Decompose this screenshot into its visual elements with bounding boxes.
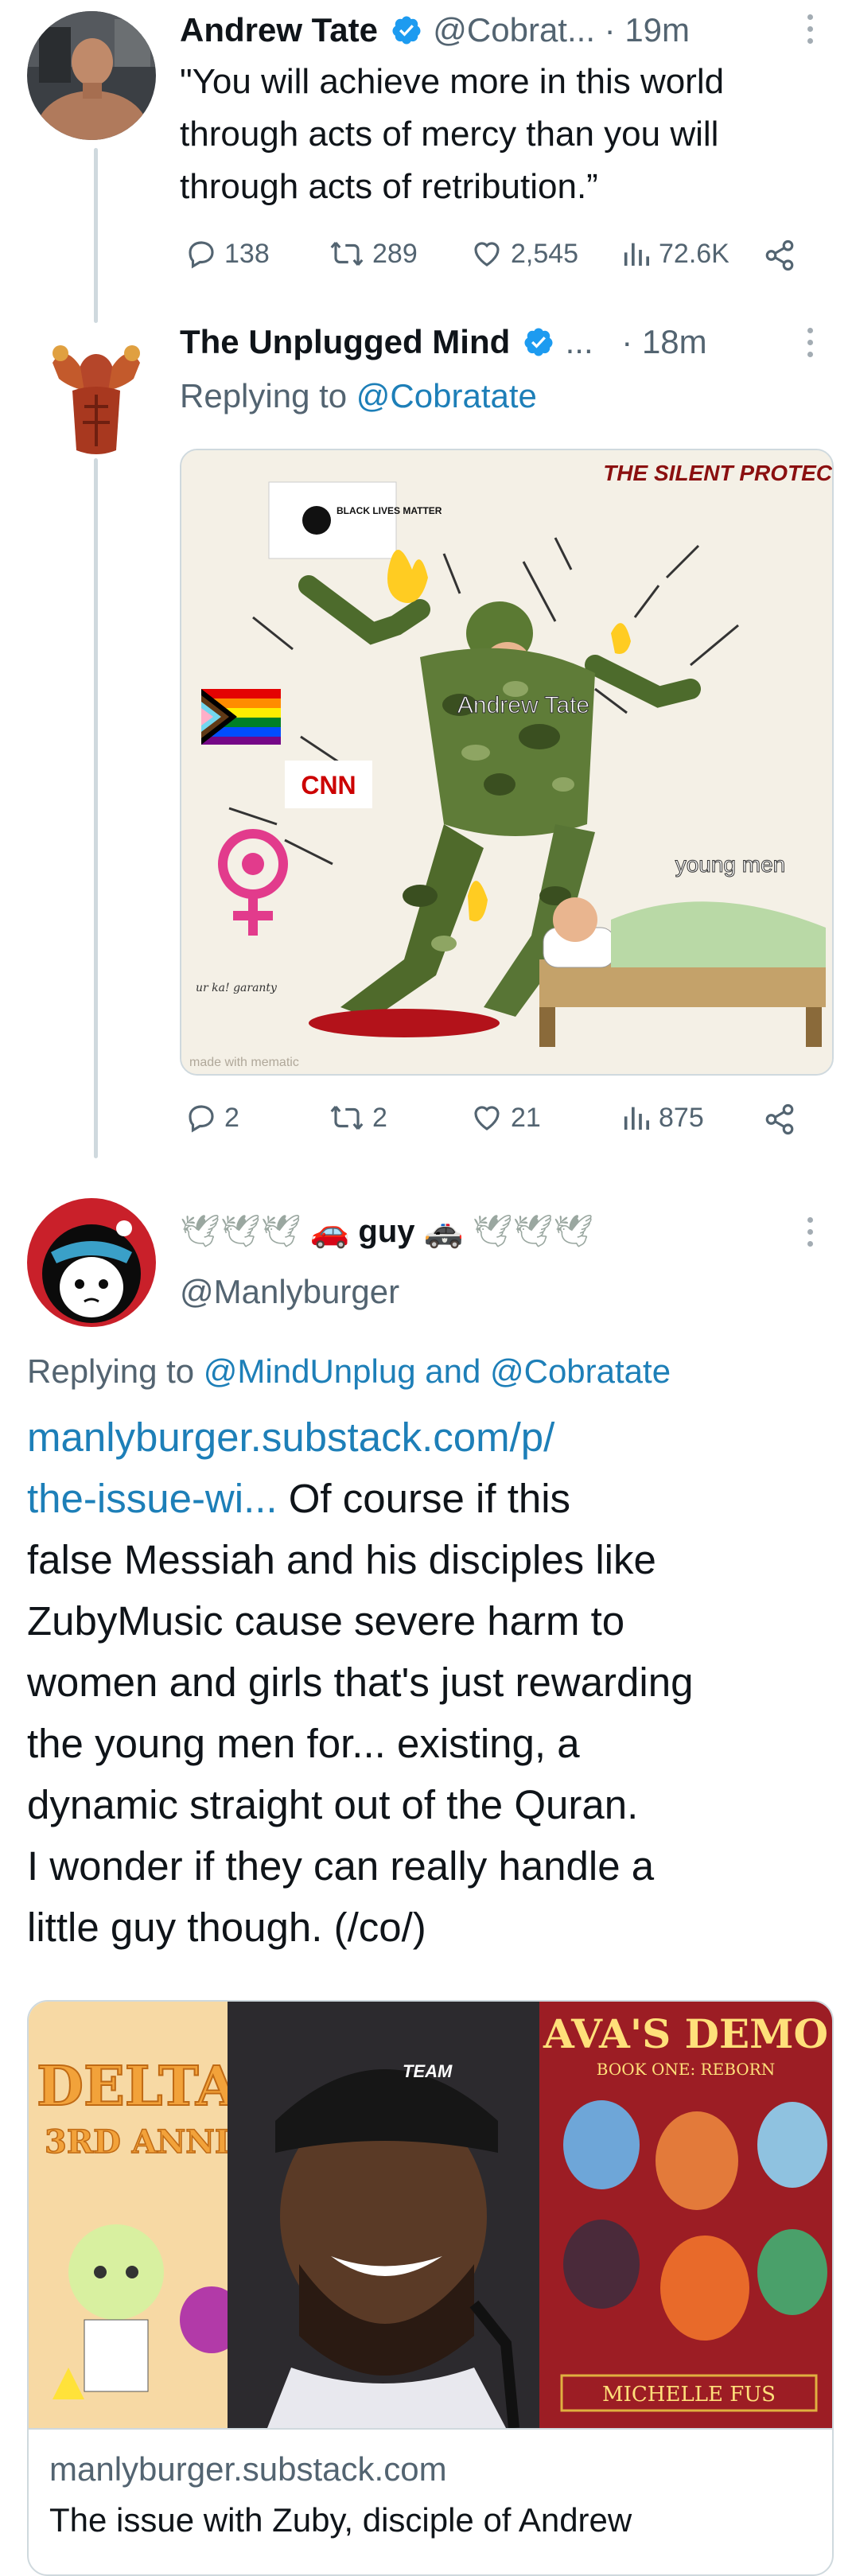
soldier-label: Andrew Tate	[457, 692, 589, 718]
replying-to-label: Replying to	[27, 1352, 195, 1390]
author-name[interactable]: The Unplugged Mind	[180, 323, 510, 360]
card-right-author: MICHELLE FUS	[602, 2383, 776, 2407]
police-car-icon: 🚓	[423, 1214, 464, 1249]
retweet-button[interactable]: 289	[328, 237, 418, 270]
share-button[interactable]	[762, 1103, 797, 1140]
retweet-icon	[330, 241, 364, 267]
retweet-count: 2	[372, 1102, 387, 1133]
tweet-text-line: women and girls that's just rewarding	[27, 1660, 694, 1705]
reply-count: 2	[224, 1102, 239, 1133]
tweet-time[interactable]: · 18m	[621, 323, 706, 360]
tweet-time[interactable]: · 19m	[605, 11, 690, 49]
reply-button[interactable]: 138	[185, 237, 270, 270]
replying-and: and	[425, 1352, 481, 1390]
like-count: 2,545	[511, 238, 579, 269]
like-button[interactable]: 2,545	[469, 237, 578, 270]
scrawl-text: ur ka! garanty	[196, 982, 278, 994]
thread-line	[94, 458, 98, 1158]
tweet-text: "You will achieve more in this world thr…	[180, 62, 725, 206]
views-bar-chart-icon	[624, 243, 649, 266]
reply-icon	[189, 1105, 214, 1133]
replying-to-handle[interactable]: @Cobratate	[356, 377, 537, 414]
more-options-icon[interactable]	[807, 14, 815, 50]
avatar[interactable]	[27, 11, 156, 140]
replying-to-handle[interactable]: @MindUnplug	[204, 1352, 416, 1390]
verified-badge-icon	[524, 328, 553, 356]
views-count: 875	[659, 1102, 704, 1133]
link-preview-card[interactable]: DELTA 3RD ANNI TEAM AVA'S DEMO BOOK ONE:…	[27, 2000, 834, 2576]
card-left-subtitle: 3RD ANNI	[45, 2123, 230, 2161]
card-domain: manlyburger.substack.com	[49, 2450, 447, 2488]
share-button[interactable]	[762, 239, 797, 276]
like-count: 21	[511, 1102, 541, 1133]
tweet-text-line: dynamic straight out of the Quran.	[27, 1782, 639, 1827]
tweet-text-line: little guy though. (/co/)	[27, 1905, 426, 1950]
heart-icon	[474, 1106, 500, 1130]
dove-icon: 🕊🕊🕊	[180, 1214, 302, 1249]
heart-icon	[474, 242, 500, 267]
tweet-text-line: ZubyMusic cause severe harm to	[27, 1598, 625, 1644]
tweet-text: manlyburger.substack.com/p/ the-issue-wi…	[27, 1407, 831, 1958]
retweet-count: 289	[372, 238, 418, 269]
card-left-title: DELTA	[37, 2055, 239, 2119]
avatar[interactable]	[27, 1198, 156, 1327]
car-icon: 🚗	[309, 1214, 350, 1249]
share-icon	[765, 1103, 794, 1135]
tweet-text-line: I wonder if they can really handle a	[27, 1843, 655, 1889]
replying-to-label: Replying to	[180, 377, 348, 414]
tweet-text-line: false Messiah and his disciples like	[27, 1537, 656, 1582]
meme-caption: THE SILENT PROTEC	[603, 461, 832, 485]
author-name[interactable]: Andrew Tate	[180, 11, 378, 49]
views-bar-chart-icon	[624, 1107, 649, 1130]
card-image: DELTA 3RD ANNI TEAM AVA'S DEMO BOOK ONE:…	[29, 2002, 832, 2428]
author-handle[interactable]: ...	[566, 323, 593, 360]
dove-icon: 🕊🕊🕊	[472, 1214, 593, 1249]
tweet-text-line: Of course if this	[288, 1476, 571, 1521]
card-right-subtitle: BOOK ONE: REBORN	[597, 2060, 775, 2079]
reply-count: 138	[224, 238, 270, 269]
thread-line	[94, 148, 98, 323]
avatar[interactable]	[37, 331, 156, 458]
news-label: CNN	[301, 771, 356, 800]
tweet-text-line: the young men for... existing, a	[27, 1721, 580, 1766]
retweet-icon	[330, 1105, 364, 1130]
views-count: 72.6K	[659, 238, 729, 269]
like-button[interactable]: 21	[469, 1101, 541, 1134]
reply-icon	[189, 241, 214, 269]
reply-button[interactable]: 2	[185, 1101, 239, 1134]
author-handle[interactable]: @Cobrat...	[433, 11, 595, 49]
display-name[interactable]: guy	[358, 1214, 414, 1249]
views-button[interactable]: 875	[621, 1101, 704, 1134]
display-name-row[interactable]: 🕊🕊🕊 🚗 guy 🚓 🕊🕊🕊	[180, 1208, 593, 1255]
cap-logo-text: TEAM	[403, 2061, 453, 2081]
watermark: made with mematic	[189, 1056, 299, 1069]
views-button[interactable]: 72.6K	[621, 237, 729, 270]
more-options-icon[interactable]	[807, 1217, 815, 1253]
more-options-icon[interactable]	[807, 328, 815, 364]
card-title: The issue with Zuby, disciple of Andrew	[49, 2501, 632, 2539]
card-right-title: AVA'S DEMO	[543, 2010, 828, 2057]
replying-to-handle[interactable]: @Cobratate	[490, 1352, 671, 1390]
retweet-button[interactable]: 2	[328, 1101, 387, 1134]
sleeper-label: young men	[675, 852, 786, 877]
share-icon	[765, 239, 794, 271]
verified-badge-icon	[392, 16, 421, 45]
silent-protector-meme-graphic: BLACK LIVES MATTER CNN Andrew Tate young…	[181, 450, 832, 1074]
sign-text: BLACK LIVES MATTER	[337, 505, 442, 516]
meme-image[interactable]: BLACK LIVES MATTER CNN Andrew Tate young…	[180, 449, 834, 1076]
author-handle[interactable]: @Manlyburger	[180, 1270, 399, 1314]
